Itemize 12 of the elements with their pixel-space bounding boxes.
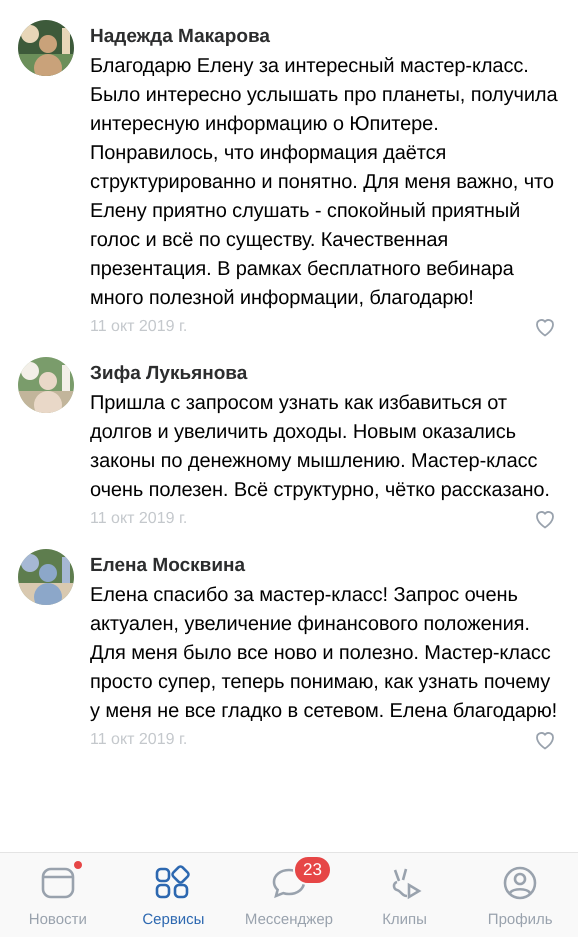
comment-text: Благодарю Елену за интересный мастер-класс. Было интересно услышать про планеты, получила интересную информацию о Юпитере. Понравилось, что информация даётся структурированно и понятно. Для меня важно, что Елену приятно слушать - спокойный приятный голос и всё по существу. Качественная презентация. В рамках бесплатного вебинара много полезной информации, благодарю!	[90, 54, 558, 311]
comment-date: 11 окт 2019 г.	[90, 317, 188, 337]
author-name[interactable]: Елена Москвина	[90, 551, 558, 581]
unread-count: 23	[292, 855, 332, 885]
comment-date: 11 окт 2019 г.	[90, 509, 188, 529]
comment-text: Пришла с запросом узнать как избавиться от долгов и увеличить доходы. Новым оказались законы по денежному мышлению. Мастер-класс очень полезен. Всё структурно, чётко рассказано.	[90, 391, 551, 503]
tab-bar-item[interactable]: 23 Мессенджер	[231, 853, 347, 937]
author-name[interactable]: Надежда Макарова	[90, 22, 558, 52]
comment-date: 11 окт 2019 г.	[90, 730, 188, 750]
tab-bar-item[interactable]: Сервисы	[116, 853, 232, 937]
comment-text: Елена спасибо за мастер-класс! Запрос очень актуален, увеличение финансового положения. Для меня было все ново и полезно. Мастер-класс просто супер, теперь понимаю, как узнать почему у меня не все гладко в сетевом. Елена благодарю!	[90, 583, 558, 724]
author-name[interactable]: Зифа Лукьянова	[90, 359, 558, 389]
